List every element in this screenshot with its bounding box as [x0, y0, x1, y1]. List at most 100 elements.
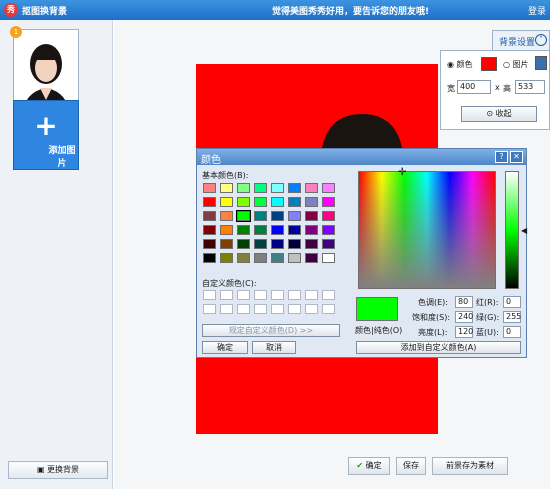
chevron-up-icon[interactable]: ˄	[535, 34, 547, 46]
basic-color-swatch[interactable]	[322, 197, 335, 207]
basic-color-swatch[interactable]	[271, 197, 284, 207]
basic-color-swatch[interactable]	[236, 210, 251, 222]
basic-color-swatch[interactable]	[322, 211, 335, 221]
basic-color-swatch[interactable]	[305, 225, 318, 235]
custom-color-swatch[interactable]	[220, 304, 233, 314]
basic-color-swatch[interactable]	[237, 225, 250, 235]
promo-message[interactable]: 觉得美图秀秀好用，要告诉您的朋友哦!	[272, 4, 429, 17]
custom-color-swatch[interactable]	[203, 304, 216, 314]
basic-color-swatch[interactable]	[305, 253, 318, 263]
close-icon[interactable]: ✕	[510, 151, 523, 163]
basic-color-swatch[interactable]	[203, 197, 216, 207]
basic-color-swatch[interactable]	[288, 211, 301, 221]
basic-color-swatch[interactable]	[305, 183, 318, 193]
lum-input[interactable]: 120	[455, 326, 473, 338]
add-image-button[interactable]: + 添加图片	[13, 100, 79, 170]
basic-color-swatch[interactable]	[305, 211, 318, 221]
hue-input[interactable]: 80	[455, 296, 473, 308]
basic-color-swatch[interactable]	[288, 183, 301, 193]
custom-color-swatch[interactable]	[237, 290, 250, 300]
plus-icon: +	[34, 109, 58, 142]
save-as-label: 前景存为素材	[446, 461, 494, 470]
basic-color-swatch[interactable]	[254, 197, 267, 207]
custom-color-swatch[interactable]	[271, 290, 284, 300]
sat-input[interactable]: 240	[455, 311, 473, 323]
basic-color-swatch[interactable]	[254, 183, 267, 193]
basic-color-swatch[interactable]	[254, 239, 267, 249]
help-icon[interactable]: ?	[495, 151, 508, 163]
custom-color-swatch[interactable]	[322, 304, 335, 314]
blue-input[interactable]: 0	[503, 326, 521, 338]
basic-color-swatch[interactable]	[288, 197, 301, 207]
basic-color-swatch[interactable]	[237, 183, 250, 193]
basic-color-swatch[interactable]	[203, 183, 216, 193]
basic-color-swatch[interactable]	[220, 253, 233, 263]
red-input[interactable]: 0	[503, 296, 521, 308]
height-input[interactable]: 533	[515, 80, 545, 94]
basic-color-swatch[interactable]	[220, 225, 233, 235]
green-input[interactable]: 255	[503, 311, 521, 323]
basic-color-swatch[interactable]	[271, 225, 284, 235]
radio-color[interactable]: ◉ 颜色	[447, 59, 473, 70]
basic-color-swatch[interactable]	[237, 253, 250, 263]
basic-color-swatch[interactable]	[288, 239, 301, 249]
custom-color-swatch[interactable]	[322, 290, 335, 300]
dialog-cancel-button[interactable]: 取消	[252, 341, 296, 354]
collapse-label: 收起	[495, 109, 512, 118]
dialog-ok-button[interactable]: 确定	[202, 341, 248, 354]
basic-color-swatch[interactable]	[322, 253, 335, 263]
image-picker-icon[interactable]	[535, 56, 547, 70]
basic-color-swatch[interactable]	[322, 225, 335, 235]
collapse-button[interactable]: ⊙ 收起	[461, 106, 537, 122]
basic-color-swatch[interactable]	[237, 197, 250, 207]
custom-color-swatch[interactable]	[203, 290, 216, 300]
confirm-button[interactable]: ✔ 确定	[348, 457, 390, 475]
login-link[interactable]: 登录	[528, 4, 546, 17]
basic-color-swatch[interactable]	[220, 239, 233, 249]
basic-color-swatch[interactable]	[254, 253, 267, 263]
custom-color-swatch[interactable]	[288, 304, 301, 314]
custom-color-swatch[interactable]	[220, 290, 233, 300]
basic-color-swatch[interactable]	[271, 253, 284, 263]
basic-color-swatch[interactable]	[254, 211, 267, 221]
basic-color-swatch[interactable]	[203, 253, 216, 263]
basic-color-swatch[interactable]	[220, 211, 233, 221]
luminance-slider[interactable]	[505, 171, 519, 289]
basic-color-swatch[interactable]	[322, 183, 335, 193]
basic-color-swatch[interactable]	[271, 183, 284, 193]
change-background-button[interactable]: ▣ 更换背景	[8, 461, 108, 479]
basic-color-swatch[interactable]	[322, 239, 335, 249]
basic-color-swatch[interactable]	[220, 183, 233, 193]
basic-color-swatch[interactable]	[203, 239, 216, 249]
width-input[interactable]: 400	[457, 80, 491, 94]
save-button[interactable]: 保存	[396, 457, 426, 475]
custom-color-swatch[interactable]	[305, 304, 318, 314]
bg-settings-tab[interactable]: 背景设置 ˄	[492, 30, 550, 50]
basic-color-swatch[interactable]	[203, 211, 216, 221]
save-foreground-button[interactable]: 前景存为素材	[432, 457, 508, 475]
basic-color-swatch[interactable]	[237, 239, 250, 249]
basic-color-swatch[interactable]	[305, 239, 318, 249]
basic-color-swatch[interactable]	[288, 225, 301, 235]
basic-color-swatch[interactable]	[254, 225, 267, 235]
custom-color-swatch[interactable]	[254, 290, 267, 300]
custom-color-swatch[interactable]	[271, 304, 284, 314]
bg-color-swatch[interactable]	[481, 57, 497, 71]
custom-color-swatch[interactable]	[305, 290, 318, 300]
custom-color-swatch[interactable]	[254, 304, 267, 314]
add-to-custom-colors-button[interactable]: 添加到自定义颜色(A)	[356, 341, 521, 354]
color-spectrum[interactable]	[358, 171, 496, 289]
radio-image[interactable]: ○ 图片	[503, 59, 529, 70]
basic-color-swatch[interactable]	[203, 225, 216, 235]
basic-color-swatch[interactable]	[305, 197, 318, 207]
basic-color-swatch[interactable]	[271, 211, 284, 221]
height-label: 高	[503, 84, 511, 93]
basic-color-swatch[interactable]	[271, 239, 284, 249]
basic-color-swatch[interactable]	[288, 253, 301, 263]
luminance-arrow-icon[interactable]: ◀	[521, 226, 527, 235]
color-preview	[356, 297, 398, 321]
check-icon: ✔	[356, 461, 364, 470]
custom-color-swatch[interactable]	[237, 304, 250, 314]
custom-color-swatch[interactable]	[288, 290, 301, 300]
basic-color-swatch[interactable]	[220, 197, 233, 207]
